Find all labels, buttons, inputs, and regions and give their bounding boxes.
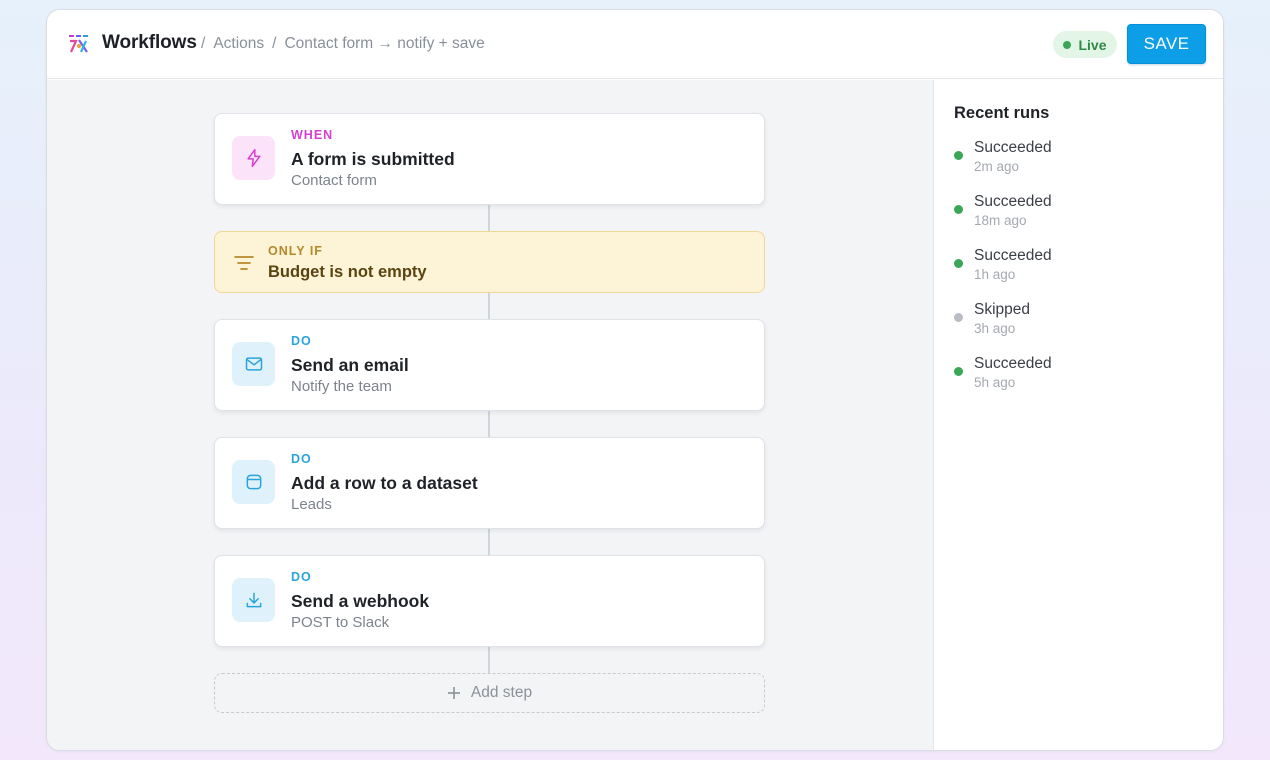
trigger-step-card[interactable]: WHEN A form is submitted Contact form bbox=[214, 113, 765, 205]
step-subtitle: Notify the team bbox=[291, 378, 392, 395]
step-subtitle: Leads bbox=[291, 496, 332, 513]
breadcrumb-separator: / bbox=[201, 35, 206, 52]
step-title: A form is submitted bbox=[291, 149, 455, 169]
run-status: Succeeded bbox=[974, 193, 1052, 210]
step-kicker: DO bbox=[291, 452, 312, 466]
step-kicker: DO bbox=[291, 334, 312, 348]
workflows-logo-icon bbox=[69, 35, 88, 53]
top-bar: Workflows / Actions / Contact form → not… bbox=[47, 10, 1223, 79]
breadcrumb: / Actions / Contact form → notify + save bbox=[201, 35, 485, 53]
step-kicker: WHEN bbox=[291, 128, 334, 142]
app-title: Workflows bbox=[102, 32, 197, 53]
breadcrumb-current: Contact form → notify + save bbox=[284, 35, 485, 52]
success-status-icon bbox=[954, 259, 963, 268]
step-subtitle: Contact form bbox=[291, 172, 377, 189]
breadcrumb-separator: / bbox=[272, 35, 277, 52]
status-badge: Live bbox=[1053, 31, 1117, 58]
run-item[interactable]: Succeeded 5h ago bbox=[954, 355, 1194, 399]
dataset-step-card[interactable]: DO Add a row to a dataset Leads bbox=[214, 437, 765, 529]
recent-runs-title: Recent runs bbox=[954, 104, 1050, 122]
step-connector bbox=[488, 293, 490, 319]
run-time: 5h ago bbox=[974, 375, 1016, 390]
step-title: Send a webhook bbox=[291, 591, 430, 611]
run-item[interactable]: Skipped 3h ago bbox=[954, 301, 1194, 345]
add-step-label: Add step bbox=[470, 684, 533, 701]
status-badge-label: Live bbox=[1078, 36, 1107, 53]
webhook-step-card[interactable]: DO Send a webhook POST to Slack bbox=[214, 555, 765, 647]
email-step-card[interactable]: DO Send an email Notify the team bbox=[214, 319, 765, 411]
step-connector bbox=[488, 205, 490, 231]
run-status: Succeeded bbox=[974, 247, 1052, 264]
run-time: 2m ago bbox=[974, 159, 1020, 174]
add-step-button[interactable]: Add step bbox=[214, 673, 765, 713]
workflow-canvas: WHEN A form is submitted Contact form ON… bbox=[47, 80, 933, 750]
filter-icon bbox=[234, 256, 254, 270]
run-item[interactable]: Succeeded 18m ago bbox=[954, 193, 1194, 237]
mail-icon bbox=[232, 342, 275, 386]
step-connector bbox=[488, 411, 490, 437]
breadcrumb-actions[interactable]: Actions bbox=[213, 35, 264, 53]
step-title: Send an email bbox=[291, 355, 409, 375]
live-dot-icon bbox=[1063, 40, 1072, 49]
step-title: Add a row to a dataset bbox=[291, 473, 478, 493]
filter-step-card[interactable]: ONLY IF Budget is not empty bbox=[214, 231, 765, 293]
run-time: 18m ago bbox=[974, 213, 1027, 228]
step-connector bbox=[488, 529, 490, 555]
plus-icon bbox=[447, 687, 460, 699]
step-title: Budget is not empty bbox=[268, 263, 427, 281]
success-status-icon bbox=[954, 151, 963, 160]
run-item[interactable]: Succeeded 1h ago bbox=[954, 247, 1194, 291]
recent-runs-panel: Recent runs Succeeded 2m ago Succeeded 1… bbox=[933, 80, 1223, 750]
lightning-icon bbox=[232, 136, 275, 180]
step-kicker: ONLY IF bbox=[268, 244, 323, 258]
run-time: 1h ago bbox=[974, 267, 1016, 282]
save-button[interactable]: SAVE bbox=[1127, 24, 1206, 64]
run-time: 3h ago bbox=[974, 321, 1016, 336]
run-status: Succeeded bbox=[974, 355, 1052, 372]
database-icon bbox=[232, 460, 275, 504]
skipped-status-icon bbox=[954, 313, 963, 322]
run-status: Succeeded bbox=[974, 139, 1052, 156]
download-icon bbox=[232, 578, 275, 622]
run-status: Skipped bbox=[974, 301, 1031, 318]
step-connector bbox=[488, 647, 490, 673]
app-window: Workflows / Actions / Contact form → not… bbox=[46, 9, 1224, 751]
success-status-icon bbox=[954, 205, 963, 214]
step-kicker: DO bbox=[291, 570, 312, 584]
run-item[interactable]: Succeeded 2m ago bbox=[954, 139, 1194, 183]
step-subtitle: POST to Slack bbox=[291, 614, 390, 631]
success-status-icon bbox=[954, 367, 963, 376]
